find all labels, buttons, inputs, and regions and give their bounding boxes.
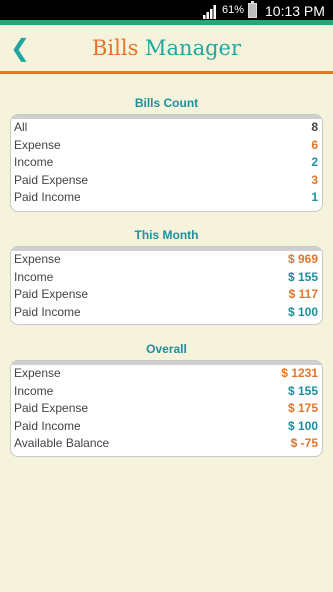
list-item: All 8 bbox=[11, 119, 322, 137]
row-label: Income bbox=[14, 269, 54, 284]
this-month-card: Expense $ 969 Income $ 155 Paid Expense $ 117… bbox=[10, 246, 323, 325]
list-item: Expense $ 969 bbox=[11, 251, 322, 269]
title-word-1: Bills bbox=[91, 36, 139, 60]
row-label: Paid Expense bbox=[14, 287, 89, 302]
list-item: Expense $ 1231 bbox=[11, 365, 322, 383]
row-label: Expense bbox=[14, 252, 61, 266]
list-item: Paid Income 1 bbox=[11, 189, 322, 207]
row-value: $ 155 bbox=[287, 269, 318, 284]
row-value: $ -75 bbox=[290, 436, 318, 451]
section-title-overall: Overall bbox=[146, 342, 187, 356]
row-label: Paid Income bbox=[14, 304, 81, 319]
list-item: Available Balance $ -75 bbox=[11, 435, 322, 453]
row-value: 6 bbox=[311, 137, 318, 152]
row-label: Expense bbox=[14, 366, 61, 380]
list-item: Paid Expense 3 bbox=[11, 172, 322, 190]
list-item: Paid Income $ 100 bbox=[11, 418, 322, 436]
list-item: Income $ 155 bbox=[11, 383, 322, 401]
row-label: Paid Income bbox=[14, 190, 81, 205]
row-value: 8 bbox=[311, 120, 318, 134]
row-value: 2 bbox=[311, 155, 318, 170]
row-label: All bbox=[14, 120, 28, 134]
list-item: Expense 6 bbox=[11, 137, 322, 155]
app-bar: ❮ Bills Manager bbox=[0, 25, 333, 74]
battery-percentage: 61% bbox=[222, 4, 245, 16]
bills-count-card: All 8 Expense 6 Income 2 Paid Expense 3 Paid Inc… bbox=[10, 114, 323, 212]
row-label: Paid Expense bbox=[14, 172, 89, 187]
list-item: Income 2 bbox=[11, 154, 322, 172]
list-item: Income $ 155 bbox=[11, 269, 322, 287]
row-value: $ 100 bbox=[287, 418, 318, 433]
list-item: Paid Expense $ 175 bbox=[11, 400, 322, 418]
battery-icon bbox=[248, 1, 257, 18]
page-title: Bills Manager bbox=[0, 33, 333, 63]
row-label: Expense bbox=[14, 137, 61, 152]
overall-card: Expense $ 1231 Income $ 155 Paid Expense $ 17… bbox=[10, 360, 323, 457]
row-label: Income bbox=[14, 383, 54, 398]
row-label: Paid Expense bbox=[14, 401, 89, 416]
list-item: Paid Income $ 100 bbox=[11, 304, 322, 322]
row-value: $ 1231 bbox=[281, 366, 318, 380]
list-item: Paid Expense $ 117 bbox=[11, 286, 322, 304]
row-value: 1 bbox=[311, 190, 318, 205]
section-title-bills-count: Bills Count bbox=[134, 96, 199, 110]
row-value: $ 969 bbox=[287, 252, 318, 266]
signal-icon bbox=[203, 5, 216, 19]
row-label: Available Balance bbox=[14, 436, 110, 451]
row-label: Paid Income bbox=[14, 418, 81, 433]
row-value: $ 117 bbox=[288, 287, 318, 302]
row-value: $ 175 bbox=[287, 401, 318, 416]
clock: 10:13 PM bbox=[265, 3, 325, 19]
row-value: $ 100 bbox=[287, 304, 318, 319]
row-value: $ 155 bbox=[287, 383, 318, 398]
section-title-this-month: This Month bbox=[134, 228, 199, 242]
status-bar: 61% 10:13 PM bbox=[0, 0, 333, 25]
row-value: 3 bbox=[311, 172, 318, 187]
row-label: Income bbox=[14, 155, 54, 170]
title-word-2: Manager bbox=[145, 36, 242, 60]
